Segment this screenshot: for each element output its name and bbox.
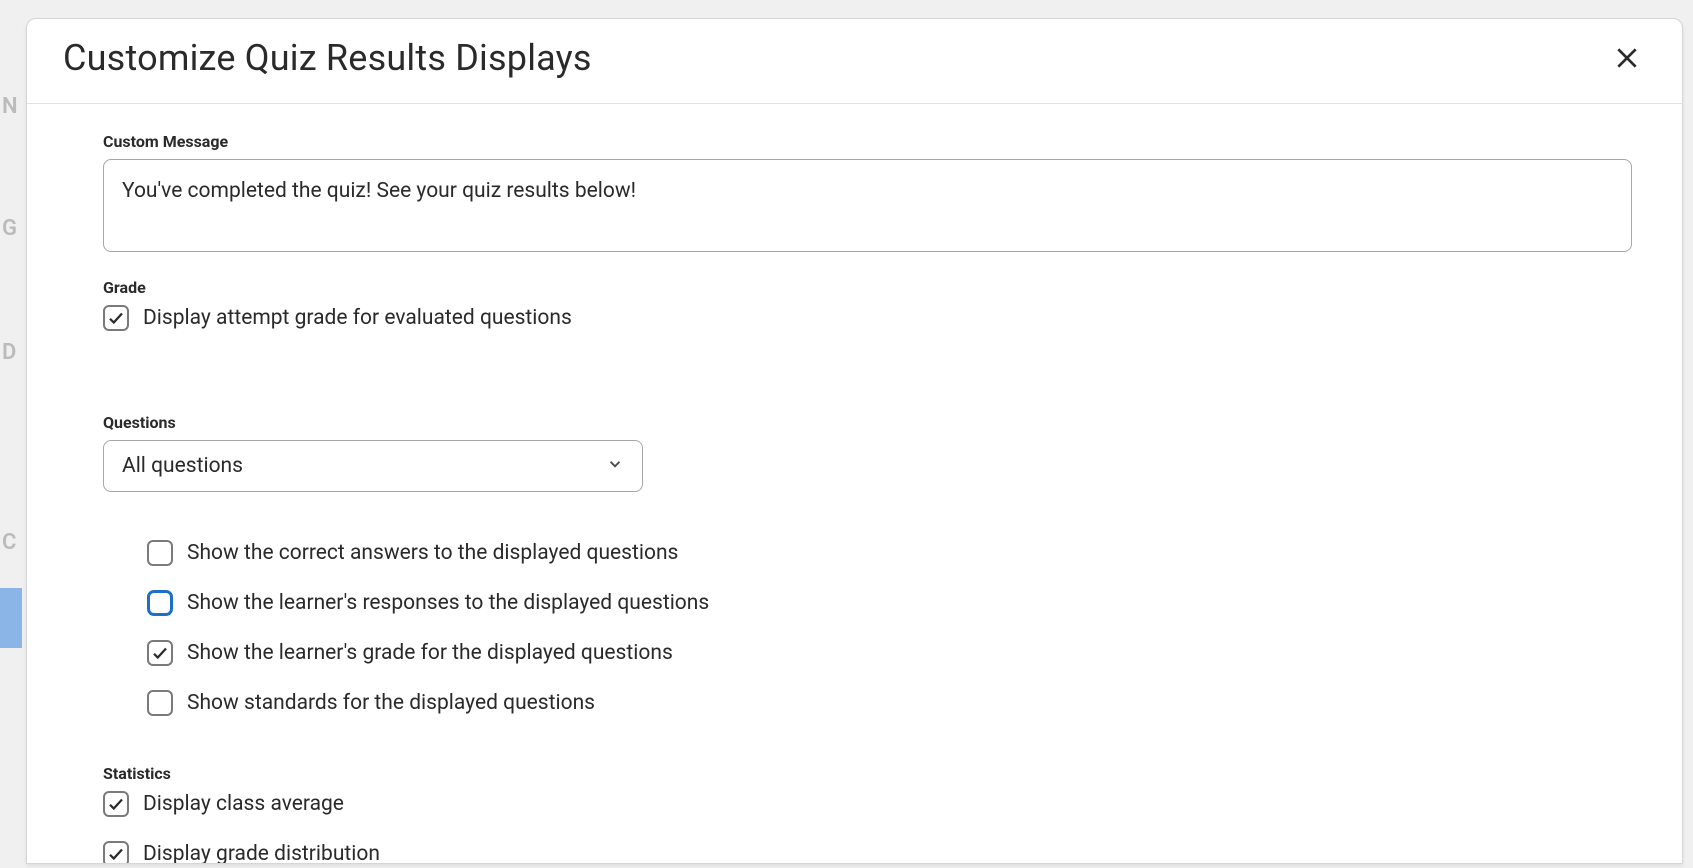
display-grade-distribution-checkbox[interactable] — [103, 841, 129, 863]
show-learner-responses-checkbox[interactable] — [147, 590, 173, 616]
show-standards-row: Show standards for the displayed questio… — [147, 690, 1632, 716]
show-learner-responses-row: Show the learner's responses to the disp… — [147, 590, 1632, 616]
statistics-section: Statistics Display class average Display… — [103, 764, 1632, 863]
modal-header: Customize Quiz Results Displays — [27, 19, 1682, 104]
display-attempt-grade-label: Display attempt grade for evaluated ques… — [143, 306, 572, 330]
display-attempt-grade-row: Display attempt grade for evaluated ques… — [103, 305, 1632, 331]
display-class-average-row: Display class average — [103, 791, 1632, 817]
show-standards-label: Show standards for the displayed questio… — [187, 691, 595, 715]
backdrop-letter: C — [2, 530, 16, 555]
display-attempt-grade-checkbox[interactable] — [103, 305, 129, 331]
questions-dropdown[interactable]: All questions — [103, 440, 643, 492]
show-standards-checkbox[interactable] — [147, 690, 173, 716]
modal-title: Customize Quiz Results Displays — [63, 37, 592, 79]
custom-message-section: Custom Message — [103, 132, 1632, 256]
check-icon — [151, 644, 169, 662]
grade-section: Grade Display attempt grade for evaluate… — [103, 278, 1632, 331]
check-icon — [107, 795, 125, 813]
custom-message-input[interactable] — [103, 159, 1632, 252]
statistics-label: Statistics — [103, 764, 1632, 783]
show-correct-answers-label: Show the correct answers to the displaye… — [187, 541, 678, 565]
modal-dialog: Customize Quiz Results Displays Custom M… — [26, 18, 1683, 864]
questions-dropdown-value: All questions — [122, 454, 243, 478]
modal-body: Custom Message Grade Display attempt gra… — [27, 104, 1682, 863]
show-learner-grade-label: Show the learner's grade for the display… — [187, 641, 673, 665]
check-icon — [107, 845, 125, 863]
custom-message-label: Custom Message — [103, 132, 1632, 151]
show-learner-responses-label: Show the learner's responses to the disp… — [187, 591, 709, 615]
modal-body-scroll[interactable]: Custom Message Grade Display attempt gra… — [27, 104, 1682, 863]
backdrop-letter: D — [2, 340, 16, 365]
display-class-average-label: Display class average — [143, 792, 344, 816]
display-class-average-checkbox[interactable] — [103, 791, 129, 817]
show-correct-answers-row: Show the correct answers to the displaye… — [147, 540, 1632, 566]
questions-label: Questions — [103, 413, 1632, 432]
display-grade-distribution-row: Display grade distribution — [103, 841, 1632, 863]
chevron-down-icon — [606, 455, 624, 477]
backdrop-highlight — [0, 588, 22, 648]
check-icon — [107, 309, 125, 327]
backdrop-letter: G — [2, 216, 17, 241]
questions-section: Questions All questions Show the correct… — [103, 413, 1632, 716]
backdrop-letter: N — [2, 94, 18, 119]
question-options: Show the correct answers to the displaye… — [103, 540, 1632, 716]
show-learner-grade-row: Show the learner's grade for the display… — [147, 640, 1632, 666]
show-correct-answers-checkbox[interactable] — [147, 540, 173, 566]
grade-label: Grade — [103, 278, 1632, 297]
close-button[interactable] — [1608, 39, 1646, 77]
show-learner-grade-checkbox[interactable] — [147, 640, 173, 666]
display-grade-distribution-label: Display grade distribution — [143, 842, 380, 863]
close-icon — [1614, 45, 1640, 71]
